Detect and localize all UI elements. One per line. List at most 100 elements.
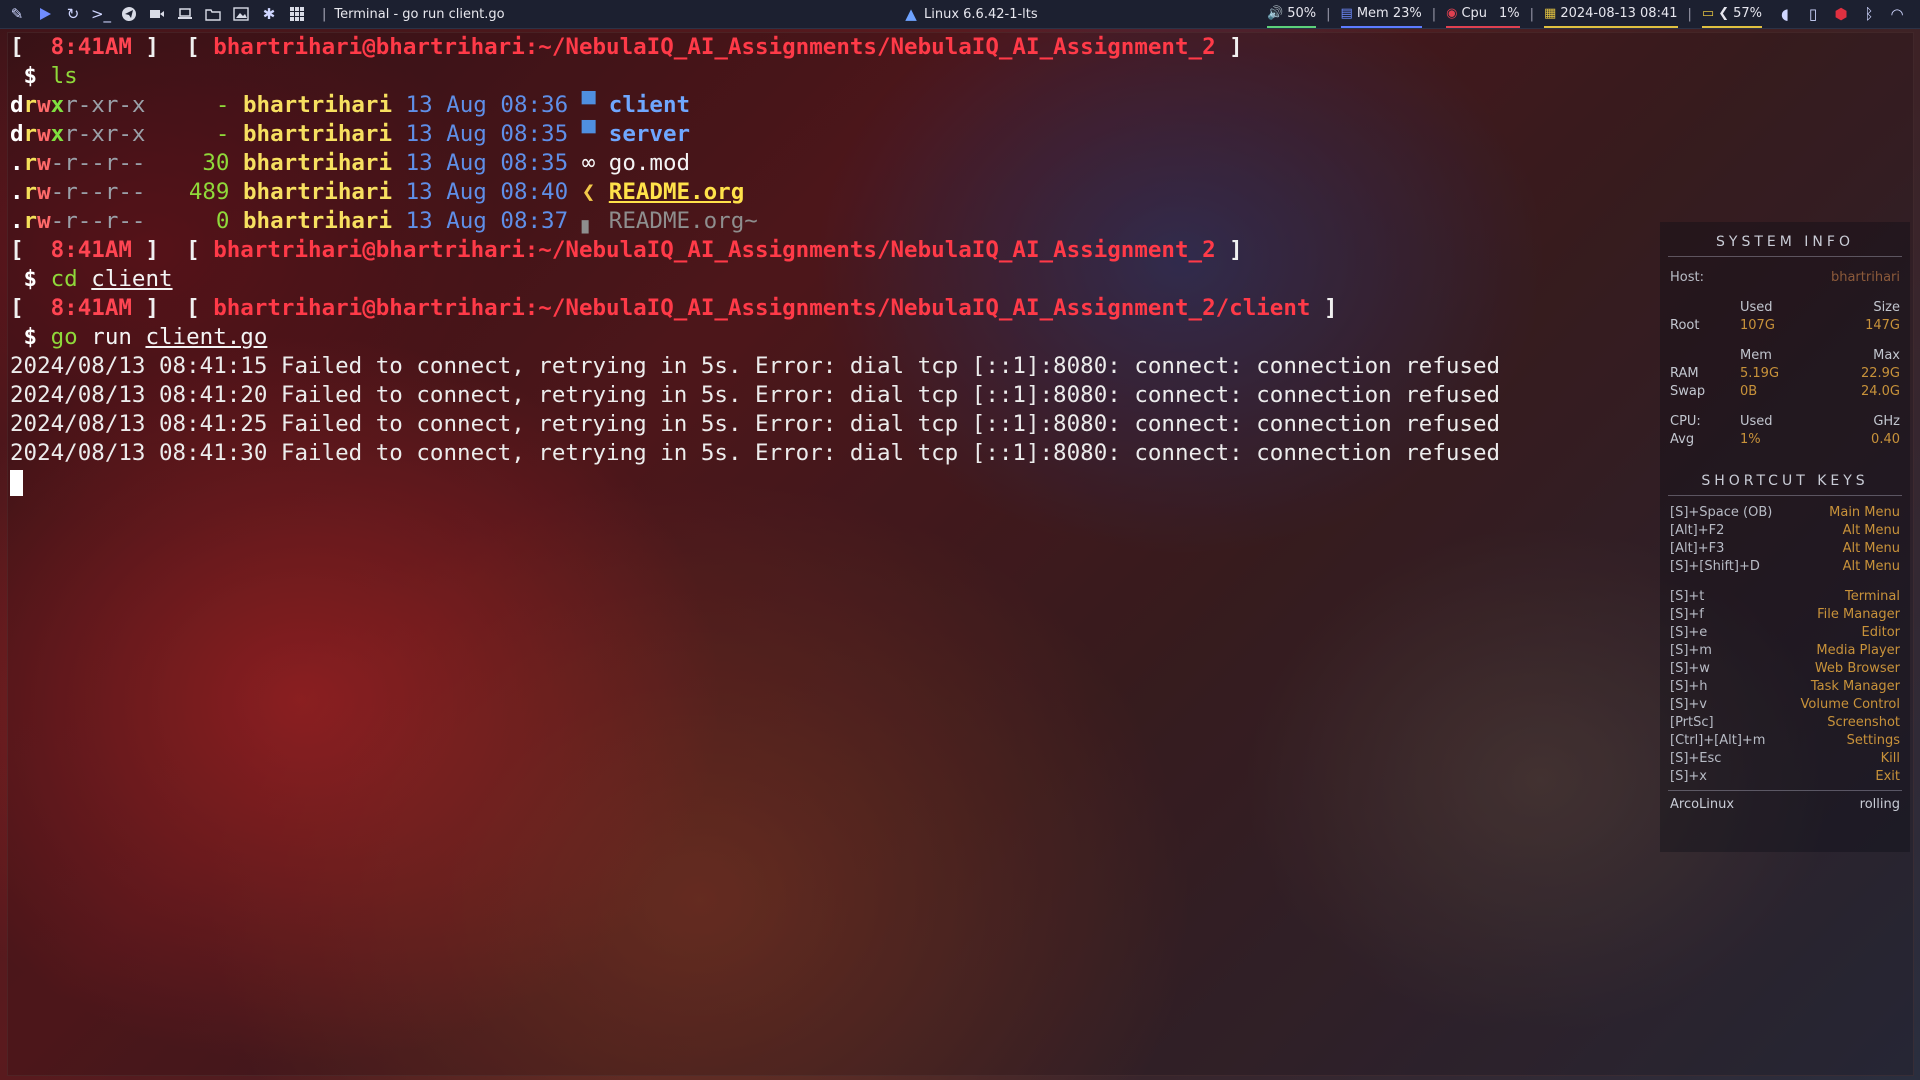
shortcut-row: [S]+h Task Manager — [1670, 679, 1900, 694]
file-date: 13 Aug 08:35 — [405, 121, 569, 147]
file-row: .rw-r--r-- 489 bhartrihari 13 Aug 08:40 ❮… — [10, 179, 745, 205]
prompt-time: 8:41AM — [50, 34, 132, 60]
file-name: go.mod — [608, 150, 691, 176]
chevron-left-icon: ❮ — [1718, 5, 1730, 21]
file-icon: ▖ — [581, 208, 596, 234]
panel-separator: | — [1431, 6, 1437, 22]
kernel-version: Linux 6.6.42-1-lts — [924, 6, 1038, 22]
memory-icon: ▤ — [1340, 5, 1353, 21]
prompt-time: 8:41AM — [50, 295, 132, 321]
refresh-icon[interactable]: ↻ — [62, 3, 84, 25]
pencil-icon[interactable]: ✎ — [6, 3, 28, 25]
file-size: 489 — [188, 179, 230, 205]
shortcut-row: [S]+f File Manager — [1670, 607, 1900, 622]
arch-logo-icon: ▲ — [905, 5, 917, 23]
clock-widget[interactable]: ▦ 2024-08-13 08:41 — [1544, 0, 1678, 28]
laptop-icon[interactable] — [174, 3, 196, 25]
permissions-rest: r-xr-x — [64, 121, 146, 147]
bluetooth-icon[interactable]: ᛒ — [1858, 3, 1880, 25]
command-go: go — [50, 324, 78, 350]
file-owner: bhartrihari — [243, 92, 393, 118]
calendar-icon: ▦ — [1544, 5, 1557, 21]
shortcut-row: [Ctrl]+[Alt]+m Settings — [1670, 733, 1900, 748]
panel-launchers: ✎ ↻ >_ ✱ | Terminal - go run client.go — [0, 3, 505, 25]
panel-status-area: 🔊 50% | ▤ Mem 23% | ◉ Cpu 1% | ▦ 2024-08… — [1257, 0, 1914, 28]
disk-header-row: Used Size — [1740, 300, 1900, 315]
ram-row: RAM 5.19G 22.9G — [1670, 366, 1900, 381]
log-line: 2024/08/13 08:41:30 Failed to connect, r… — [10, 440, 1501, 466]
link-icon: ∞ — [581, 150, 596, 176]
apps-grid-icon[interactable] — [286, 3, 308, 25]
prompt-path: bhartrihari@bhartrihari:~/NebulaIQ_AI_As… — [213, 237, 1216, 263]
distro-row: ArcoLinux rolling — [1660, 797, 1910, 812]
cpu-header-row: CPU: Used GHz — [1670, 414, 1900, 429]
shortcut-row: [S]+w Web Browser — [1670, 661, 1900, 676]
image-icon[interactable] — [230, 3, 252, 25]
mem-header-row: Mem Max — [1740, 348, 1900, 363]
permissions-rest: r-xr-x — [64, 92, 146, 118]
file-size: - — [215, 121, 230, 147]
file-owner: bhartrihari — [243, 208, 393, 234]
cpu-value: 1% — [1499, 5, 1520, 21]
command-subcommand: run — [91, 324, 132, 350]
file-date: 13 Aug 08:35 — [405, 150, 569, 176]
cpu-gauge-icon: ◉ — [1446, 5, 1458, 21]
file-size: 30 — [202, 150, 230, 176]
folder-icon[interactable] — [202, 3, 224, 25]
conky-panel: SYSTEM INFO Host: bhartrihari Used Size Ro… — [1660, 222, 1910, 852]
battery-icon: ▭ — [1701, 5, 1715, 21]
command-line: $ ls — [10, 63, 78, 89]
speaker-icon: 🔊 — [1267, 5, 1284, 21]
terminal-prompt-icon[interactable]: >_ — [90, 3, 112, 25]
log-line: 2024/08/13 08:41:15 Failed to connect, r… — [10, 353, 1501, 379]
shield-tray-icon[interactable]: ⬢ — [1830, 3, 1852, 25]
terminal-window[interactable]: [ 8:41AM ] [ bhartrihari@bhartrihari:~/N… — [7, 32, 1914, 1076]
org-file-icon: ❮ — [581, 179, 596, 205]
log-line: 2024/08/13 08:41:25 Failed to connect, r… — [10, 411, 1501, 437]
memory-widget[interactable]: ▤ Mem 23% — [1340, 0, 1422, 28]
shortcut-row: [S]+v Volume Control — [1670, 697, 1900, 712]
video-camera-icon[interactable] — [146, 3, 168, 25]
permissions-rest: r--r-- — [64, 208, 146, 234]
file-size: 0 — [215, 208, 230, 234]
terminal-cursor — [10, 470, 23, 496]
command-ls: ls — [50, 63, 78, 89]
shortcut-row: [S]+Esc Kill — [1670, 751, 1900, 766]
cpu-label: Cpu — [1461, 5, 1488, 21]
kernel-widget: ▲ Linux 6.6.42-1-lts — [900, 0, 1038, 28]
command-line: $ cd client — [10, 266, 173, 292]
shortcut-row: [S]+Space (OB) Main Menu — [1670, 505, 1900, 520]
host-row: Host: bhartrihari — [1670, 270, 1900, 285]
shortcut-row: [Alt]+F3 Alt Menu — [1670, 541, 1900, 556]
file-date: 13 Aug 08:36 — [405, 92, 569, 118]
panel-separator: | — [322, 6, 327, 22]
shortcut-row: [S]+t Terminal — [1670, 589, 1900, 604]
file-owner: bhartrihari — [243, 179, 393, 205]
distro-release: rolling — [1859, 797, 1900, 812]
file-row: drwxr-xr-x - bhartrihari 13 Aug 08:36 ▀ c… — [10, 92, 691, 118]
file-date: 13 Aug 08:40 — [405, 179, 569, 205]
active-window-title[interactable]: Terminal - go run client.go — [334, 7, 504, 22]
panel-separator: | — [1326, 6, 1331, 22]
folder-icon: ▀ — [581, 92, 596, 118]
audio-tray-icon[interactable]: ◖ — [1774, 3, 1796, 25]
volume-widget[interactable]: 🔊 50% — [1267, 0, 1317, 28]
root-row: Root 107G 147G — [1670, 318, 1900, 333]
battery-widget[interactable]: ▭ ❮ 57% — [1701, 0, 1762, 28]
telegram-icon[interactable] — [118, 3, 140, 25]
log-line: 2024/08/13 08:41:20 Failed to connect, r… — [10, 382, 1501, 408]
cursor-line — [8, 468, 1913, 497]
shortcut-row: [S]+x Exit — [1670, 769, 1900, 784]
file-size: - — [215, 92, 230, 118]
file-row: drwxr-xr-x - bhartrihari 13 Aug 08:35 ▀ s… — [10, 121, 691, 147]
command-cd: cd — [50, 266, 78, 292]
swap-row: Swap 0B 24.0G — [1670, 384, 1900, 399]
cpu-widget[interactable]: ◉ Cpu 1% — [1446, 0, 1520, 28]
file-name: client — [608, 92, 691, 118]
play-icon[interactable] — [34, 3, 56, 25]
file-owner: bhartrihari — [243, 121, 393, 147]
clipboard-tray-icon[interactable]: ▯ — [1802, 3, 1824, 25]
paw-icon[interactable]: ✱ — [258, 3, 280, 25]
wifi-icon[interactable]: ◠ — [1886, 3, 1908, 25]
file-name: README.org~ — [608, 208, 758, 234]
